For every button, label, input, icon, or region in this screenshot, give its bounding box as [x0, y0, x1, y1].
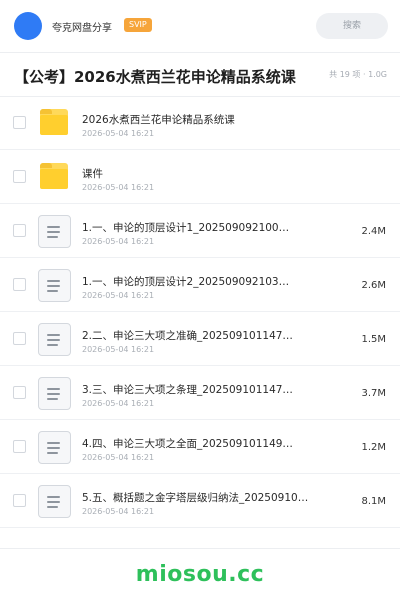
file-date: 2026-05-04 16:21: [82, 399, 155, 408]
file-name[interactable]: 2.二、申论三大项之准确_202509101147…: [82, 328, 293, 343]
list-item[interactable]: 2.二、申论三大项之准确_202509101147… 2026-05-04 16:…: [0, 312, 400, 366]
file-size: 1.5M: [361, 334, 386, 345]
folder-icon: [38, 161, 71, 194]
list-item[interactable]: 4.四、申论三大项之全面_202509101149… 2026-05-04 16:…: [0, 420, 400, 474]
list-item[interactable]: 1.一、申论的顶层设计2_202509092103… 2026-05-04 16:…: [0, 258, 400, 312]
search-input[interactable]: 搜索: [316, 13, 388, 39]
page-title: 【公考】2026水煮西兰花申论精品系统课: [14, 68, 296, 86]
file-size: 1.2M: [361, 442, 386, 453]
list-item[interactable]: 1.一、申论的顶层设计1_202509092100… 2026-05-04 16:…: [0, 204, 400, 258]
list-item[interactable]: 5.五、概括题之金字塔层级归纳法_20250910… 2026-05-04 16:…: [0, 474, 400, 528]
file-name[interactable]: 课件: [82, 166, 103, 181]
list-item[interactable]: 3.三、申论三大项之条理_202509101147… 2026-05-04 16:…: [0, 366, 400, 420]
file-name[interactable]: 1.一、申论的顶层设计2_202509092103…: [82, 274, 289, 289]
file-name[interactable]: 3.三、申论三大项之条理_202509101147…: [82, 382, 293, 397]
share-owner-name: 夸克网盘分享: [52, 23, 112, 34]
file-date: 2026-05-04 16:21: [82, 129, 155, 138]
document-icon: [38, 215, 71, 248]
file-name[interactable]: 5.五、概括题之金字塔层级归纳法_20250910…: [82, 490, 308, 505]
select-checkbox[interactable]: [13, 440, 26, 453]
document-icon: [38, 269, 71, 302]
select-checkbox[interactable]: [13, 278, 26, 291]
avatar[interactable]: [14, 12, 42, 40]
file-list: 2026水煮西兰花申论精品系统课 2026-05-04 16:21 课件 2026-0…: [0, 96, 400, 528]
select-checkbox[interactable]: [13, 494, 26, 507]
folder-icon: [38, 107, 71, 140]
header-bar: 夸克网盘分享 SVIP 搜索: [0, 0, 400, 52]
select-checkbox[interactable]: [13, 116, 26, 129]
select-checkbox[interactable]: [13, 170, 26, 183]
select-checkbox[interactable]: [13, 386, 26, 399]
watermark-text: miosou.cc: [135, 562, 265, 587]
document-icon: [38, 377, 71, 410]
file-name[interactable]: 2026水煮西兰花申论精品系统课: [82, 112, 235, 127]
svip-badge: SVIP: [124, 18, 152, 32]
select-checkbox[interactable]: [13, 224, 26, 237]
file-size: 8.1M: [361, 496, 386, 507]
file-date: 2026-05-04 16:21: [82, 507, 155, 516]
file-date: 2026-05-04 16:21: [82, 345, 155, 354]
file-name[interactable]: 4.四、申论三大项之全面_202509101149…: [82, 436, 293, 451]
file-name[interactable]: 1.一、申论的顶层设计1_202509092100…: [82, 220, 289, 235]
document-icon: [38, 431, 71, 464]
list-item[interactable]: 课件 2026-05-04 16:21: [0, 150, 400, 204]
file-date: 2026-05-04 16:21: [82, 453, 155, 462]
header-divider: [0, 52, 400, 53]
file-size: 3.7M: [361, 388, 386, 399]
file-date: 2026-05-04 16:21: [82, 183, 155, 192]
list-item[interactable]: 2026水煮西兰花申论精品系统课 2026-05-04 16:21: [0, 96, 400, 150]
file-date: 2026-05-04 16:21: [82, 237, 155, 246]
document-icon: [38, 485, 71, 518]
document-icon: [38, 323, 71, 356]
footer-divider: [0, 548, 400, 549]
title-row: 【公考】2026水煮西兰花申论精品系统课 共 19 项 · 1.0G: [0, 56, 400, 96]
file-date: 2026-05-04 16:21: [82, 291, 155, 300]
file-size: 2.6M: [361, 280, 386, 291]
select-checkbox[interactable]: [13, 332, 26, 345]
file-size: 2.4M: [361, 226, 386, 237]
item-count-meta: 共 19 项 · 1.0G: [329, 70, 387, 79]
